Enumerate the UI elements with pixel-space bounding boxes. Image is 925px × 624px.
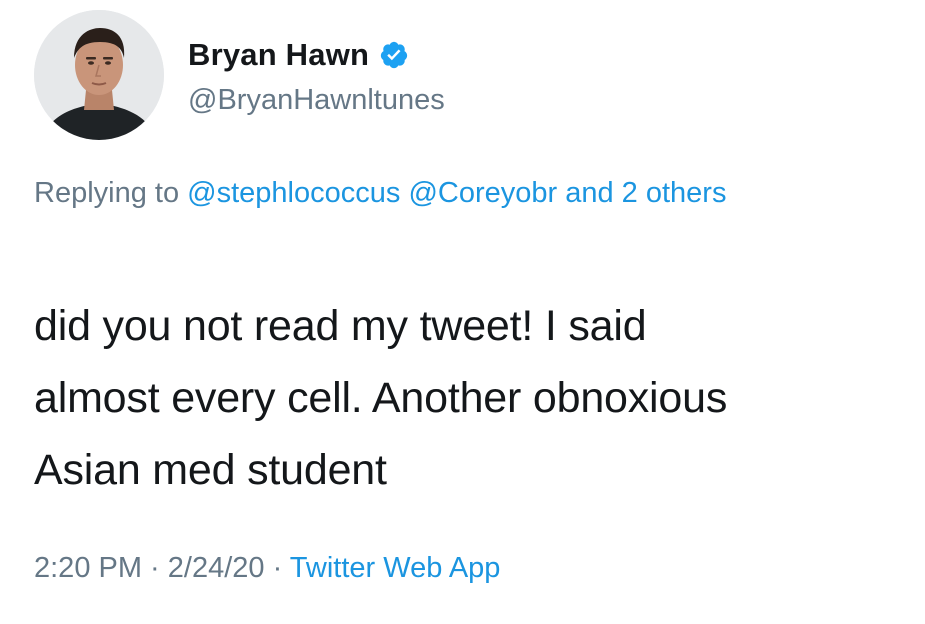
verified-badge-icon (379, 40, 409, 70)
tweet-meta: 2:20 PM · 2/24/20 · Twitter Web App (34, 552, 500, 585)
others-link[interactable]: and 2 others (565, 177, 726, 209)
tweet-card: Bryan Hawn @BryanHawnltunes Replying to … (0, 0, 925, 624)
mention-link-coreyobr[interactable]: @Coreyobr (408, 177, 557, 209)
tweet-text-line: Asian med student (34, 446, 387, 494)
author-name-row: Bryan Hawn (188, 30, 409, 80)
meta-separator: · (142, 552, 168, 584)
tweet-time[interactable]: 2:20 PM (34, 552, 142, 584)
avatar-photo (34, 10, 164, 140)
replying-to-label: Replying to (34, 177, 188, 209)
mention-link-stephlococcus[interactable]: @stephlococcus (187, 177, 400, 209)
meta-separator: · (264, 552, 290, 584)
tweet-date[interactable]: 2/24/20 (168, 552, 265, 584)
tweet-text-line: almost every cell. Another obnoxious (34, 374, 728, 422)
reply-context: Replying to @stephlococcus @Coreyobr and… (34, 166, 894, 221)
avatar[interactable] (34, 10, 164, 140)
author-handle[interactable]: @BryanHawnltunes (188, 84, 445, 117)
author-display-name[interactable]: Bryan Hawn (188, 37, 369, 73)
tweet-source-link[interactable]: Twitter Web App (290, 552, 501, 584)
tweet-text-line: did you not read my tweet! I said (34, 302, 647, 350)
tweet-text: did you not read my tweet! I said almost… (34, 290, 914, 506)
